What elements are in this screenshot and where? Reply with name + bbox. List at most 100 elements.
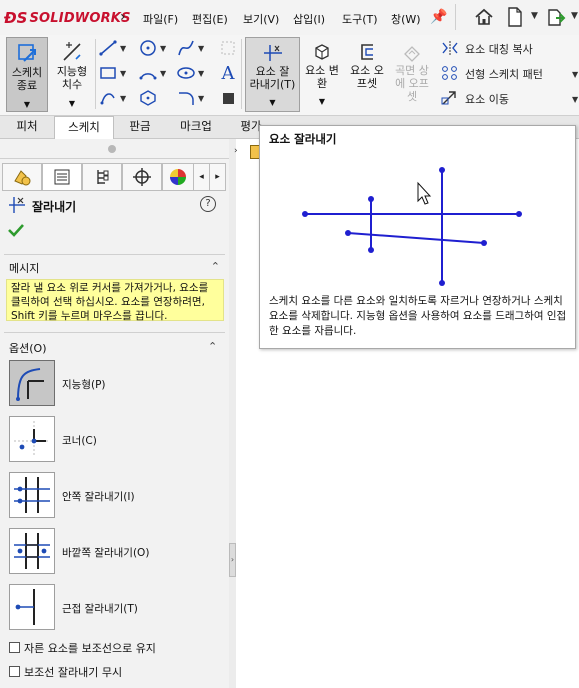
smart-dimension-dropdown-icon[interactable]: ▼ xyxy=(52,97,92,110)
linear-pattern-label[interactable]: 선형 스케치 패턴 xyxy=(465,66,543,82)
trim-mini-icon[interactable] xyxy=(98,89,118,107)
tab-scroll-left-icon[interactable]: ◂ xyxy=(193,163,210,191)
spline-dropdown-icon[interactable]: ▼ xyxy=(198,44,204,53)
option-trim-away-outside-button[interactable] xyxy=(9,528,55,574)
divider xyxy=(95,39,96,109)
pattern-dropdown-icon[interactable]: ▼ xyxy=(572,70,578,79)
open-dropdown-icon[interactable]: ▼ xyxy=(571,11,578,21)
panel-splitter[interactable]: › xyxy=(229,139,236,688)
smart-dimension-button[interactable]: 지능형 치수 ▼ xyxy=(52,37,92,110)
offset-on-surface-icon xyxy=(391,40,433,64)
menu-file[interactable]: 파일(F) xyxy=(143,11,178,27)
home-icon[interactable] xyxy=(472,5,496,29)
message-box: 잘라 낼 요소 위로 커서를 가져가거나, 요소를 클릭하여 선택 하십시오. … xyxy=(6,279,224,322)
move-entities-icon[interactable] xyxy=(440,89,460,107)
configuration-manager-tab-icon[interactable] xyxy=(82,163,122,191)
divider xyxy=(4,254,225,255)
move-entities-label[interactable]: 요소 이동 xyxy=(465,91,509,107)
option-smart-trim-label: 지능형(P) xyxy=(62,379,106,391)
fillet-dropdown-icon[interactable]: ▼ xyxy=(198,94,204,103)
smart-trim-icon xyxy=(16,368,44,401)
menu-insert[interactable]: 삽입(I) xyxy=(293,11,325,27)
divider xyxy=(0,158,229,159)
menu-edit[interactable]: 편집(E) xyxy=(192,11,228,27)
divider xyxy=(4,332,225,333)
option-smart-trim-button[interactable] xyxy=(9,360,55,406)
new-dropdown-icon[interactable]: ▼ xyxy=(531,11,538,21)
linear-pattern-icon[interactable] xyxy=(440,64,460,82)
open-document-icon[interactable] xyxy=(546,5,568,29)
options-collapse-icon[interactable]: ⌃ xyxy=(208,340,217,353)
splitter-handle-icon[interactable]: › xyxy=(229,543,236,577)
ds-logo-icon: ƉS xyxy=(4,9,28,27)
divider xyxy=(455,4,456,30)
new-document-icon[interactable] xyxy=(504,5,526,29)
ok-check-icon[interactable] xyxy=(7,222,25,241)
line-dropdown-icon[interactable]: ▼ xyxy=(120,44,126,53)
offset-on-surface-button[interactable]: 곡면 상 에 오프 셋 xyxy=(391,37,433,110)
option-trim-to-closest-button[interactable] xyxy=(9,584,55,630)
line-icon[interactable] xyxy=(98,39,118,57)
trim-outside-icon xyxy=(14,533,50,569)
keep-trimmed-construction-checkbox[interactable] xyxy=(9,642,20,653)
trim-entities-label: 요소 잘 라내기(T) xyxy=(249,65,296,91)
menu-expand-icon[interactable]: › xyxy=(120,9,126,25)
offset-entities-button[interactable]: 요소 오 프셋 xyxy=(346,37,388,110)
mirror-entities-label[interactable]: 요소 대칭 복사 xyxy=(465,41,533,57)
pin-icon[interactable]: 📌 xyxy=(430,9,447,25)
tab-sheet-metal[interactable]: 판금 xyxy=(114,116,166,137)
tab-markup[interactable]: 마크업 xyxy=(168,116,224,137)
message-collapse-icon[interactable]: ⌃ xyxy=(211,260,220,273)
option-trim-away-inside-button[interactable] xyxy=(9,472,55,518)
arc-dropdown-icon[interactable]: ▼ xyxy=(160,69,166,78)
trim-mini-dropdown-icon[interactable]: ▼ xyxy=(120,94,126,103)
polygon-icon[interactable] xyxy=(138,89,158,107)
trim-entities-button[interactable]: 요소 잘 라내기(T) ▼ xyxy=(245,37,300,112)
rectangle-icon[interactable] xyxy=(98,64,118,82)
arc-icon[interactable] xyxy=(138,64,158,82)
feature-manager-tab-icon[interactable] xyxy=(2,163,42,191)
panel-grip-icon[interactable] xyxy=(108,145,116,153)
property-manager-tab-icon[interactable] xyxy=(42,163,82,191)
dimxpert-tab-icon[interactable] xyxy=(122,163,162,191)
plane-icon[interactable] xyxy=(218,89,238,107)
tab-features[interactable]: 피처 xyxy=(2,116,52,137)
rectangle-dropdown-icon[interactable]: ▼ xyxy=(120,69,126,78)
corner-trim-icon xyxy=(14,421,50,457)
spline-icon[interactable] xyxy=(176,39,196,57)
menu-view[interactable]: 보기(V) xyxy=(243,11,279,27)
offset-entities-icon xyxy=(346,40,388,64)
solidworks-logo[interactable]: ƉS SOLIDWORKS xyxy=(4,8,131,28)
tree-expand-icon[interactable]: › xyxy=(234,146,238,156)
text-icon[interactable]: A xyxy=(218,63,238,84)
mirror-entities-icon[interactable] xyxy=(440,39,460,57)
menu-window[interactable]: 창(W) xyxy=(391,11,421,27)
trim-entities-tooltip: 요소 잘라내기 스케치 요소를 다른 요소와 일치하도록 자르거나 연장하거나 … xyxy=(259,125,576,349)
option-trim-away-inside-label: 안쪽 잘라내기(I) xyxy=(62,491,135,503)
ignore-construction-checkbox[interactable] xyxy=(9,666,20,677)
tab-scroll-right-icon[interactable]: ▸ xyxy=(209,163,226,191)
ignore-construction-label: 보조선 잘라내기 무시 xyxy=(24,666,123,679)
help-icon[interactable]: ? xyxy=(200,196,216,212)
tab-sketch[interactable]: 스케치 xyxy=(54,116,114,139)
circle-icon[interactable] xyxy=(138,39,158,57)
sketch-fillet-icon[interactable] xyxy=(176,89,196,107)
exit-sketch-dropdown-icon[interactable]: ▼ xyxy=(7,98,47,111)
menu-tools[interactable]: 도구(T) xyxy=(342,11,378,27)
option-corner-button[interactable] xyxy=(9,416,55,462)
convert-dropdown-icon[interactable]: ▼ xyxy=(301,95,343,108)
convert-entities-label: 요소 변 환 xyxy=(305,64,339,90)
trim-inside-icon xyxy=(14,477,50,513)
exit-sketch-button[interactable]: 스케치 종료 ▼ xyxy=(6,37,48,112)
convert-entities-button[interactable]: 요소 변 환 ▼ xyxy=(301,37,343,110)
option-trim-to-closest-label: 근접 잘라내기(T) xyxy=(62,603,138,615)
move-dropdown-icon[interactable]: ▼ xyxy=(572,95,578,104)
circle-dropdown-icon[interactable]: ▼ xyxy=(160,44,166,53)
ellipse-dropdown-icon[interactable]: ▼ xyxy=(198,69,204,78)
exit-sketch-icon xyxy=(7,40,47,66)
trim-dropdown-icon[interactable]: ▼ xyxy=(246,96,299,109)
display-manager-tab-icon[interactable] xyxy=(162,163,194,191)
title-bar: ƉS SOLIDWORKS › 파일(F) 편집(E) 보기(V) 삽입(I) … xyxy=(0,0,579,36)
ellipse-icon[interactable] xyxy=(176,64,196,82)
sketch-fillet-disabled-icon xyxy=(218,39,238,57)
